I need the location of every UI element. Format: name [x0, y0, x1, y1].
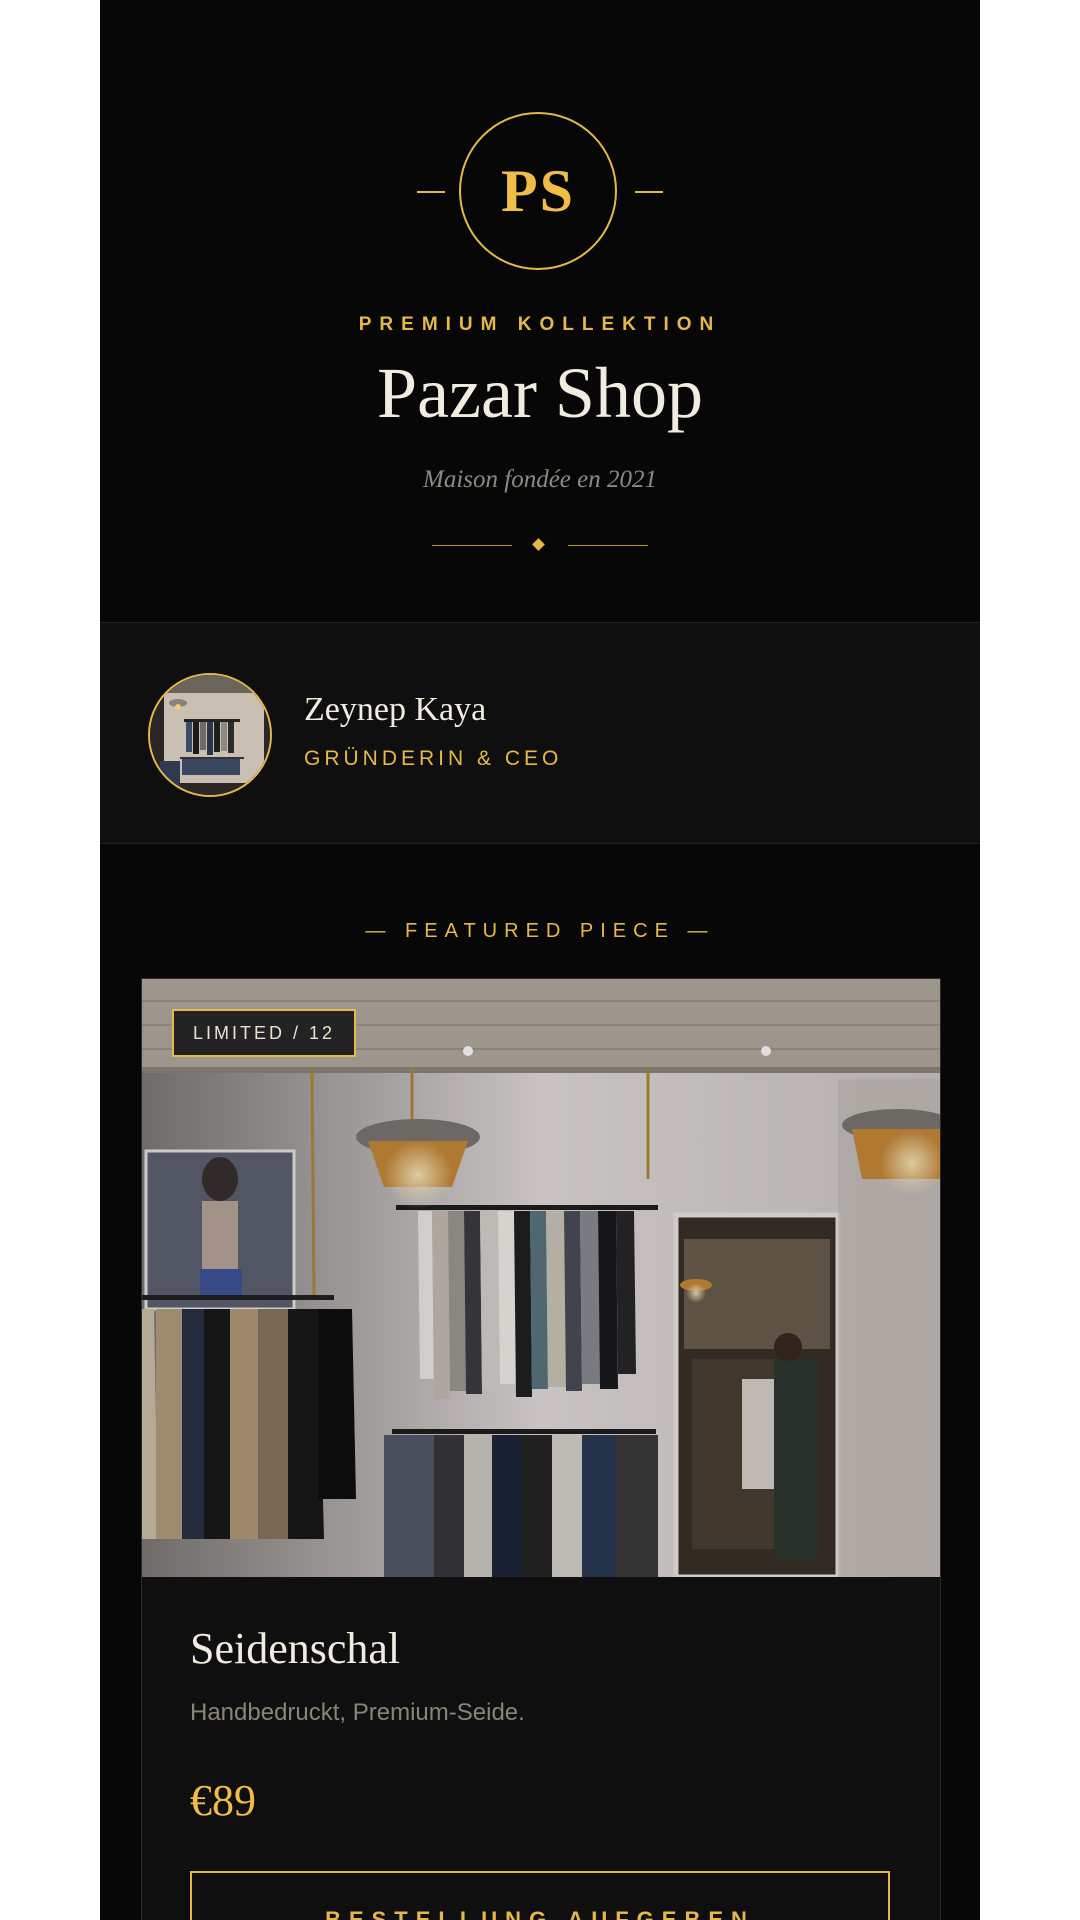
founder-role: GRÜNDERIN & CEO: [304, 747, 563, 770]
featured-label: — FEATURED PIECE —: [365, 920, 715, 942]
brand-header: PS PREMIUM KOLLEKTION Pazar Shop Maison …: [100, 0, 980, 622]
product-description: Handbedruckt, Premium-Seide.: [190, 1699, 525, 1726]
product-price: €89: [190, 1776, 256, 1825]
founder-section: Zeynep Kaya GRÜNDERIN & CEO: [100, 622, 980, 844]
avatar-store-photo-icon: [150, 675, 270, 795]
founder-name: Zeynep Kaya: [304, 691, 487, 728]
boutique-interior-photo-icon: [142, 979, 940, 1577]
monogram-dash-left: [417, 191, 445, 193]
shop-tagline: Maison fondée en 2021: [423, 466, 657, 493]
page: PS PREMIUM KOLLEKTION Pazar Shop Maison …: [100, 0, 980, 1920]
monogram-text: PS: [500, 157, 576, 224]
featured-product-card[interactable]: LIMITED / 12 Seidenschal Handbedruckt, P…: [141, 978, 941, 1920]
product-photo: LIMITED / 12: [142, 979, 940, 1577]
ornament-diamond-icon: [532, 538, 545, 551]
shop-title: Pazar Shop: [377, 353, 703, 433]
ornament-line-left: [432, 545, 512, 546]
product-name: Seidenschal: [190, 1624, 401, 1673]
limited-badge: LIMITED / 12: [172, 1009, 357, 1057]
monogram-dash-right: [635, 191, 663, 193]
place-order-button[interactable]: BESTELLUNG AUFGEBEN: [190, 1871, 890, 1920]
founder-avatar: [148, 673, 272, 797]
ornament-line-right: [568, 545, 648, 546]
brand-monogram: PS: [459, 112, 617, 270]
collection-kicker: PREMIUM KOLLEKTION: [358, 314, 722, 335]
